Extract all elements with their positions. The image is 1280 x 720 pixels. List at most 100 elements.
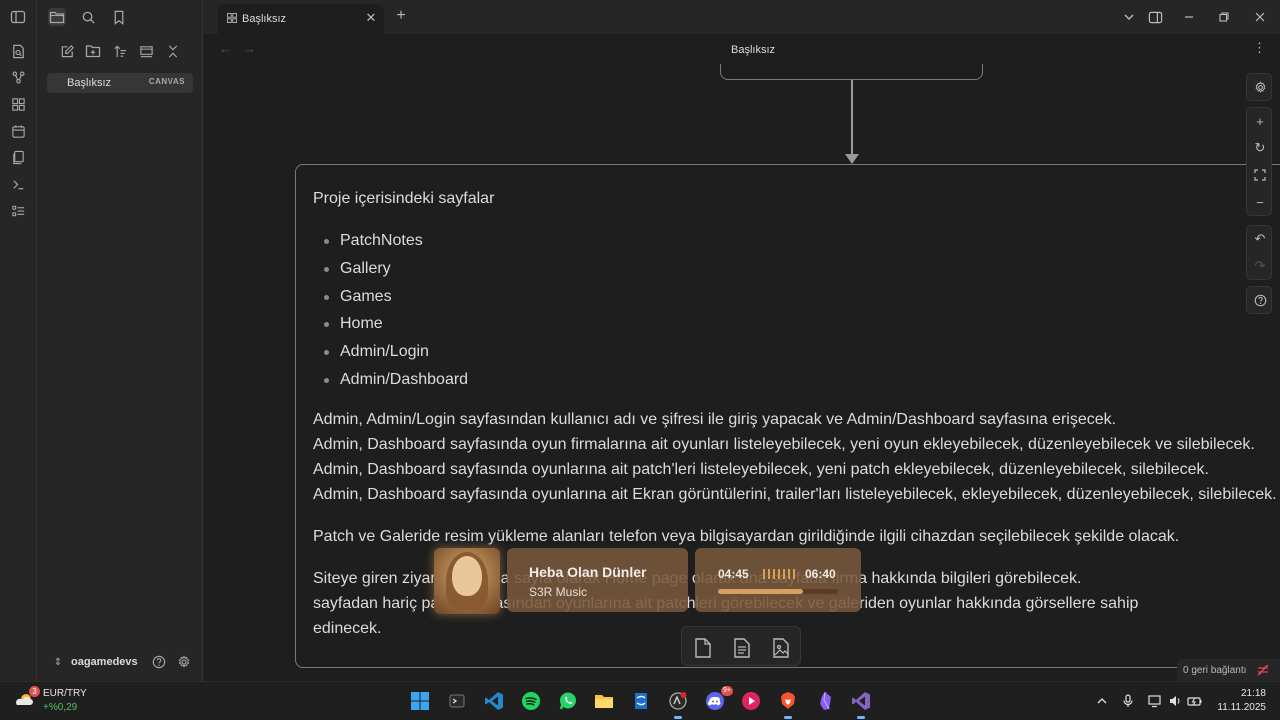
obsidian-window: Başlıksız CANVAS ⇕ oagamedevs Başlıksız …	[0, 0, 1280, 681]
new-folder-icon[interactable]	[84, 42, 102, 60]
clock-date[interactable]: 11.11.2025	[1206, 702, 1266, 713]
canvas-card-menu	[681, 626, 801, 666]
track-progress-bar[interactable]	[718, 589, 838, 594]
terminal-app-icon[interactable]	[445, 689, 469, 713]
vscode-icon[interactable]	[482, 689, 506, 713]
obsidian-app-icon[interactable]	[813, 689, 837, 713]
redo-icon[interactable]: ↷	[1251, 257, 1269, 275]
weather-badge: 3	[29, 686, 40, 697]
currency-pair[interactable]: EUR/TRY	[43, 688, 87, 699]
tray-chevron-icon[interactable]	[1094, 693, 1110, 709]
file-explorer-icon[interactable]	[592, 689, 616, 713]
windows-start-icon[interactable]	[408, 689, 432, 713]
node-heading: Proje içerisindeki sayfalar	[313, 190, 495, 207]
canvas-edge[interactable]	[851, 80, 853, 156]
canvas-settings-gear-icon[interactable]	[1251, 78, 1269, 96]
zoom-controls: + ↻ −	[1246, 107, 1272, 216]
canvas-help-icon[interactable]	[1251, 291, 1269, 309]
clock-time[interactable]: 21:18	[1214, 688, 1266, 699]
music-progress-panel[interactable]: 04:45 06:40	[695, 548, 861, 612]
vault-name[interactable]: oagamedevs	[71, 656, 138, 668]
help-group	[1246, 286, 1272, 314]
canvas-settings-group	[1246, 73, 1272, 101]
battery-icon[interactable]	[1187, 693, 1203, 709]
outline-list-icon[interactable]	[9, 202, 27, 220]
more-options-icon[interactable]: ⋮	[1253, 40, 1266, 56]
canvas-tab-icon	[226, 12, 238, 24]
zoom-to-fit-icon[interactable]	[1251, 166, 1269, 184]
zoom-out-icon[interactable]: −	[1251, 193, 1269, 211]
vault-chevron-icon[interactable]: ⇕	[50, 654, 66, 670]
collapse-all-icon[interactable]	[164, 42, 182, 60]
help-icon[interactable]	[151, 654, 167, 670]
add-note-icon[interactable]	[731, 637, 753, 659]
add-card-icon[interactable]	[692, 637, 714, 659]
track-progress-fill	[718, 589, 804, 594]
graph-view-icon[interactable]	[9, 68, 27, 86]
media-player-icon[interactable]	[739, 689, 763, 713]
vault-switcher: ⇕ oagamedevs	[37, 648, 203, 676]
close-icon[interactable]: ✕	[364, 11, 378, 25]
restore-icon[interactable]	[1215, 8, 1233, 26]
new-note-icon[interactable]	[58, 42, 76, 60]
list-item: PatchNotes	[324, 227, 1280, 255]
tab-list-chevron-icon[interactable]	[1120, 8, 1138, 26]
templates-icon[interactable]	[9, 148, 27, 166]
left-ribbon	[0, 0, 37, 681]
sidebar-toggle-icon[interactable]	[9, 8, 27, 26]
admin-paragraph: Admin, Admin/Login sayfasından kullanıcı…	[313, 407, 1280, 507]
undo-icon[interactable]: ↶	[1251, 230, 1269, 248]
backlinks-count[interactable]: 0 geri bağlantı	[1183, 665, 1246, 676]
pages-list: PatchNotes Gallery Games Home Admin/Logi…	[313, 227, 1280, 394]
visual-studio-icon[interactable]	[849, 689, 873, 719]
calendar-icon[interactable]	[9, 122, 27, 140]
album-art[interactable]	[434, 548, 500, 614]
azure-data-studio-icon[interactable]	[629, 689, 653, 713]
search-icon[interactable]	[79, 8, 97, 26]
tab-label: Başlıksız	[242, 13, 287, 25]
auto-reveal-icon[interactable]	[137, 42, 155, 60]
paragraph-line: Admin, Admin/Login sayfasından kullanıcı…	[313, 410, 1117, 428]
volume-icon[interactable]	[1167, 693, 1183, 709]
view-header: ← → Başlıksız ⋮	[203, 34, 1280, 64]
whatsapp-icon[interactable]	[556, 689, 580, 713]
file-type-badge: CANVAS	[148, 77, 185, 86]
reset-zoom-icon[interactable]: ↻	[1251, 139, 1269, 157]
right-sidebar-toggle-icon[interactable]	[1146, 8, 1164, 26]
upload-paragraph: Patch ve Galeride resim yükleme alanları…	[313, 524, 1280, 549]
new-tab-plus-icon[interactable]: +	[393, 8, 409, 24]
waveform-icon	[762, 568, 796, 580]
folder-icon[interactable]	[48, 8, 66, 26]
canvas-node-top[interactable]	[720, 64, 983, 80]
brave-browser-icon[interactable]	[776, 689, 800, 719]
canvas-icon[interactable]	[9, 95, 27, 113]
discord-icon[interactable]: 9+	[703, 686, 733, 713]
paragraph-line: Admin, Dashboard sayfasında oyunlarına a…	[313, 460, 1209, 478]
music-info-panel[interactable]: Heba Olan Dünler S3R Music	[507, 548, 688, 612]
list-item: Admin/Login	[324, 338, 1280, 366]
track-artist: S3R Music	[529, 585, 588, 599]
sidebar-tabs	[37, 0, 203, 34]
network-icon[interactable]	[1147, 693, 1163, 709]
terminal-icon[interactable]	[9, 175, 27, 193]
tab-bar: Başlıksız ✕ +	[203, 0, 1280, 34]
tab-untitled-canvas[interactable]: Başlıksız ✕	[218, 4, 384, 34]
bookmark-icon[interactable]	[110, 8, 128, 26]
window-close-icon[interactable]	[1251, 8, 1269, 26]
quick-switcher-icon[interactable]	[9, 42, 27, 60]
sync-off-icon[interactable]	[1256, 663, 1270, 677]
spotify-icon[interactable]	[519, 689, 543, 713]
windows-taskbar: 3 EUR/TRY +%0,29 9+ 21:18 11.11.2025	[0, 681, 1280, 720]
file-item-canvas[interactable]: Başlıksız CANVAS	[47, 73, 193, 93]
minimize-icon[interactable]	[1180, 8, 1198, 26]
zoom-in-icon[interactable]: +	[1251, 112, 1269, 130]
file-item-label: Başlıksız	[67, 77, 112, 89]
add-media-icon[interactable]	[770, 637, 792, 659]
microphone-icon[interactable]	[1120, 693, 1136, 709]
settings-gear-icon[interactable]	[176, 654, 192, 670]
sort-icon[interactable]	[111, 42, 129, 60]
paragraph-line: Patch ve Galeride resim yükleme alanları…	[313, 527, 1180, 545]
view-title[interactable]: Başlıksız	[203, 44, 1280, 56]
album-art-face	[452, 556, 482, 596]
app-with-notification-icon[interactable]	[666, 689, 690, 719]
